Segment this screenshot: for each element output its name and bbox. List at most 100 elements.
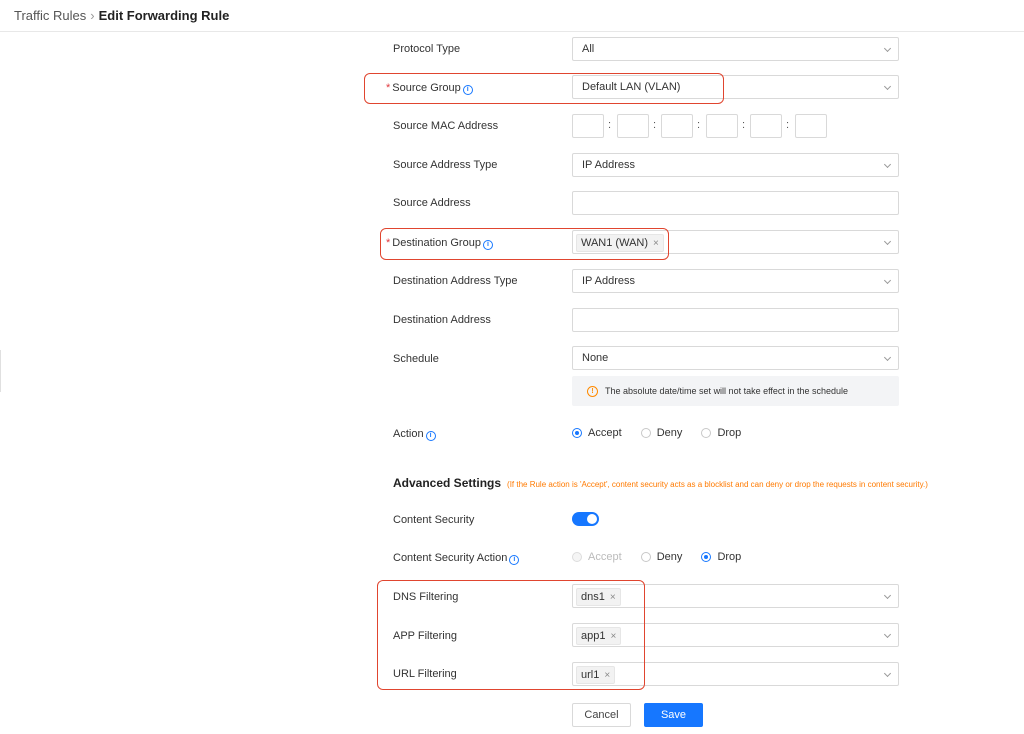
source-group-label-text: Source Group bbox=[392, 82, 461, 94]
action-label-text: Action bbox=[393, 428, 424, 440]
content-security-action-radio-group: Accept Deny Drop bbox=[572, 551, 757, 563]
page-header: Traffic Rules › Edit Forwarding Rule bbox=[0, 0, 1024, 32]
advanced-settings-heading: Advanced Settings bbox=[393, 476, 502, 490]
destination-address-input[interactable] bbox=[572, 308, 899, 332]
chevron-down-icon bbox=[883, 276, 892, 285]
app-filtering-tag-label: app1 bbox=[581, 630, 606, 642]
destination-address-type-select[interactable]: IP Address bbox=[572, 269, 899, 293]
toggle-knob bbox=[587, 514, 597, 524]
destination-group-tag-label: WAN1 (WAN) bbox=[581, 237, 649, 249]
destination-group-select[interactable]: WAN1 (WAN) × bbox=[572, 230, 899, 254]
info-icon[interactable]: i bbox=[509, 555, 520, 565]
info-icon[interactable]: i bbox=[482, 240, 493, 250]
mac-octet-input-2[interactable] bbox=[617, 114, 649, 138]
cs-drop-label: Drop bbox=[717, 551, 742, 563]
dns-filtering-tag: dns1 × bbox=[576, 588, 621, 606]
chevron-down-icon bbox=[883, 237, 892, 246]
action-radio-drop[interactable]: Drop bbox=[701, 427, 741, 439]
schedule-value: None bbox=[582, 352, 609, 364]
dns-filtering-tag-label: dns1 bbox=[581, 591, 605, 603]
remove-tag-icon[interactable]: × bbox=[610, 592, 616, 603]
mac-octet-input-4[interactable] bbox=[706, 114, 738, 138]
advanced-settings-note: (If the Rule action is 'Accept', content… bbox=[507, 480, 928, 489]
cs-deny-label: Deny bbox=[656, 551, 683, 563]
schedule-select[interactable]: None bbox=[572, 346, 899, 370]
info-icon[interactable]: i bbox=[425, 431, 436, 441]
schedule-notice: ! The absolute date/time set will not ta… bbox=[572, 376, 899, 406]
destination-group-label-text: Destination Group bbox=[392, 237, 481, 249]
content-security-label: Content Security bbox=[393, 514, 475, 526]
required-mark: * bbox=[386, 237, 391, 249]
radio-dot bbox=[640, 428, 651, 438]
action-drop-label: Drop bbox=[717, 427, 742, 439]
remove-tag-icon[interactable]: × bbox=[653, 238, 659, 249]
chevron-down-icon bbox=[883, 630, 892, 639]
radio-dot bbox=[701, 552, 712, 562]
url-filtering-tag-label: url1 bbox=[581, 669, 600, 681]
chevron-down-icon bbox=[883, 669, 892, 678]
remove-tag-icon[interactable]: × bbox=[610, 631, 616, 642]
source-address-type-label: Source Address Type bbox=[393, 159, 498, 171]
cancel-button[interactable]: Cancel bbox=[572, 703, 631, 727]
source-address-type-select[interactable]: IP Address bbox=[572, 153, 899, 177]
url-filtering-select[interactable]: url1 × bbox=[572, 662, 899, 686]
protocol-type-select[interactable]: All bbox=[572, 37, 899, 61]
protocol-type-value: All bbox=[582, 43, 595, 55]
schedule-notice-text: The absolute date/time set will not take… bbox=[605, 386, 848, 396]
breadcrumb-separator: › bbox=[90, 8, 95, 23]
radio-dot bbox=[572, 552, 582, 562]
advanced-settings-title: Advanced Settings (If the Rule action is … bbox=[393, 476, 928, 490]
mac-separator: : bbox=[786, 119, 790, 131]
info-icon[interactable]: i bbox=[462, 85, 473, 95]
action-accept-label: Accept bbox=[588, 427, 622, 439]
destination-group-label: * Destination Group i bbox=[386, 236, 493, 250]
mac-separator: : bbox=[653, 119, 657, 131]
source-group-label: * Source Group i bbox=[386, 81, 473, 95]
source-address-label: Source Address bbox=[393, 197, 471, 209]
content-security-action-label-text: Content Security Action bbox=[393, 552, 508, 564]
destination-address-type-value: IP Address bbox=[582, 275, 635, 287]
destination-address-type-label: Destination Address Type bbox=[393, 275, 518, 287]
required-mark: * bbox=[386, 82, 391, 94]
url-filtering-label: URL Filtering bbox=[393, 668, 457, 680]
breadcrumb: Traffic Rules › Edit Forwarding Rule bbox=[14, 8, 229, 23]
remove-tag-icon[interactable]: × bbox=[604, 670, 610, 681]
cs-action-radio-drop[interactable]: Drop bbox=[701, 551, 741, 563]
left-panel-edge bbox=[0, 350, 3, 392]
breadcrumb-traffic-rules[interactable]: Traffic Rules bbox=[14, 8, 86, 23]
content-security-action-label: Content Security Action i bbox=[393, 551, 520, 565]
source-group-select[interactable]: Default LAN (VLAN) bbox=[572, 75, 899, 99]
content-security-toggle[interactable] bbox=[572, 512, 599, 526]
mac-octet-input-6[interactable] bbox=[795, 114, 827, 138]
mac-separator: : bbox=[742, 119, 746, 131]
cs-action-radio-deny[interactable]: Deny bbox=[640, 551, 683, 563]
app-filtering-tag: app1 × bbox=[576, 627, 622, 645]
action-radio-group: Accept Deny Drop bbox=[572, 427, 757, 439]
cs-accept-label: Accept bbox=[588, 551, 622, 563]
destination-group-tag: WAN1 (WAN) × bbox=[576, 234, 664, 252]
schedule-label: Schedule bbox=[393, 353, 439, 365]
mac-separator: : bbox=[608, 119, 612, 131]
action-radio-accept[interactable]: Accept bbox=[572, 427, 622, 439]
chevron-down-icon bbox=[883, 591, 892, 600]
source-mac-label: Source MAC Address bbox=[393, 120, 499, 132]
source-address-input[interactable] bbox=[572, 191, 899, 215]
chevron-down-icon bbox=[883, 353, 892, 362]
chevron-down-icon bbox=[883, 44, 892, 53]
chevron-down-icon bbox=[883, 82, 892, 91]
mac-separator: : bbox=[697, 119, 701, 131]
app-filtering-label: APP Filtering bbox=[393, 630, 457, 642]
dns-filtering-label: DNS Filtering bbox=[393, 591, 459, 603]
action-radio-deny[interactable]: Deny bbox=[640, 427, 683, 439]
chevron-down-icon bbox=[883, 160, 892, 169]
mac-octet-input-3[interactable] bbox=[661, 114, 693, 138]
app-filtering-select[interactable]: app1 × bbox=[572, 623, 899, 647]
cs-action-radio-accept: Accept bbox=[572, 551, 622, 563]
source-group-value: Default LAN (VLAN) bbox=[582, 81, 681, 93]
radio-dot bbox=[701, 428, 712, 438]
save-button[interactable]: Save bbox=[644, 703, 703, 727]
action-deny-label: Deny bbox=[656, 427, 683, 439]
dns-filtering-select[interactable]: dns1 × bbox=[572, 584, 899, 608]
mac-octet-input-5[interactable] bbox=[750, 114, 782, 138]
mac-octet-input-1[interactable] bbox=[572, 114, 604, 138]
